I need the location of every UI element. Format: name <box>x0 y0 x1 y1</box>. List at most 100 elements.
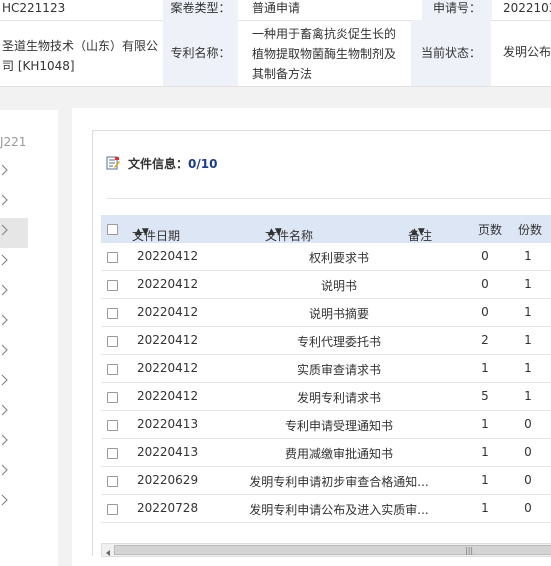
table-row[interactable]: 20220728 发明专利申请公布及进入实质审... 1 0 <box>101 495 551 523</box>
sort-arrows-icon: ▲▼ <box>135 227 149 237</box>
file-copies: 1 <box>524 333 532 347</box>
file-copies: 1 <box>524 277 532 291</box>
sidebar-id-text: J221 <box>0 135 27 149</box>
case-info-row-1: HC221123 案卷类型： 普通申请 申请号： 2022103 <box>0 0 551 21</box>
file-copies: 1 <box>524 305 532 319</box>
sort-arrows-icon: ▲▼ <box>268 227 282 237</box>
edit-list-icon <box>106 156 120 170</box>
table-row[interactable]: 20220412 权利要求书 0 1 <box>101 243 551 271</box>
file-pages: 1 <box>481 473 489 487</box>
file-name: 说明书 <box>320 279 357 293</box>
status-label: 当前状态： <box>411 20 491 86</box>
col-pages-header[interactable]: 页数 <box>478 221 502 238</box>
row-checkbox[interactable] <box>107 280 118 291</box>
sort-arrows-icon: ▲▼ <box>411 227 425 237</box>
scrollbar-grip: ||| <box>465 546 474 555</box>
table-row[interactable]: 20220629 发明专利申请初步审查合格通知... 1 0 <box>101 467 551 495</box>
app-no-value: 2022103 <box>503 1 551 15</box>
file-pages: 1 <box>481 501 489 515</box>
file-name: 发明专利请求书 <box>296 391 381 405</box>
table-row[interactable]: 20220412 专利代理委托书 2 1 <box>101 327 551 355</box>
app-no-label: 申请号： <box>422 0 492 20</box>
row-checkbox[interactable] <box>107 336 118 347</box>
file-date: 20220412 <box>137 249 199 263</box>
chevron-right-icon[interactable] <box>1 374 9 386</box>
file-panel: 文件信息：0/10 文件日期 ▲▼ 文件名称 ▲▼ 备注 ▲▼ 页数 份数 20220… <box>92 130 551 557</box>
table-row[interactable]: 20220412 说明书摘要 0 1 <box>101 299 551 327</box>
file-copies: 0 <box>524 417 532 431</box>
table-row[interactable]: 20220412 说明书 0 1 <box>101 271 551 299</box>
row-checkbox[interactable] <box>107 252 118 263</box>
row-checkbox[interactable] <box>107 504 118 515</box>
file-copies: 0 <box>524 501 532 515</box>
scrollbar-thumb[interactable]: ||| <box>114 545 551 555</box>
grid-header: 文件日期 ▲▼ 文件名称 ▲▼ 备注 ▲▼ 页数 份数 <box>101 215 551 243</box>
row-checkbox[interactable] <box>107 476 118 487</box>
chevron-right-icon[interactable] <box>1 164 9 176</box>
chevron-right-icon[interactable] <box>1 314 9 326</box>
file-copies: 1 <box>524 389 532 403</box>
row-checkbox[interactable] <box>107 420 118 431</box>
select-all-checkbox[interactable] <box>107 224 118 235</box>
file-date: 20220413 <box>137 445 199 459</box>
file-info-label: 文件信息：0/10 <box>128 155 217 172</box>
table-row[interactable]: 20220413 专利申请受理通知书 1 0 <box>101 411 551 439</box>
row-checkbox[interactable] <box>107 364 118 375</box>
chevron-right-icon[interactable] <box>1 494 9 506</box>
file-name: 专利代理委托书 <box>296 335 381 349</box>
file-pages: 1 <box>481 417 489 431</box>
row-checkbox[interactable] <box>107 308 118 319</box>
case-info-row-2: 圣道生物技术（山东）有限公司 [KH1048] 专利名称： 一种用于畜禽抗炎促生… <box>0 20 551 87</box>
file-date: 20220413 <box>137 417 199 431</box>
file-info-count: 0/10 <box>188 157 218 171</box>
row-checkbox[interactable] <box>107 392 118 403</box>
file-name: 发明专利申请初步审查合格通知... <box>249 475 429 489</box>
file-name: 专利申请受理通知书 <box>284 419 393 433</box>
arrow-left-icon[interactable] <box>104 546 112 556</box>
file-pages: 0 <box>481 277 489 291</box>
chevron-right-icon[interactable] <box>1 224 9 236</box>
status-value: 发明公布 <box>503 45 551 59</box>
chevron-right-icon[interactable] <box>1 284 9 296</box>
file-date: 20220629 <box>137 473 199 487</box>
file-copies: 1 <box>524 249 532 263</box>
patent-name-value: 一种用于畜禽抗炎促生长的植物提取物菌酶生物制剂及其制备方法 <box>252 27 397 81</box>
file-date: 20220412 <box>137 277 199 291</box>
sidebar: J221 <box>0 110 58 566</box>
divider <box>106 198 551 199</box>
table-row[interactable]: 20220412 发明专利请求书 5 1 <box>101 383 551 411</box>
file-date: 20220412 <box>137 333 199 347</box>
row-checkbox[interactable] <box>107 448 118 459</box>
chevron-right-icon[interactable] <box>1 434 9 446</box>
file-date: 20220412 <box>137 389 199 403</box>
chevron-right-icon[interactable] <box>1 254 9 266</box>
file-date: 20220412 <box>137 305 199 319</box>
file-name: 实质审查请求书 <box>296 363 381 377</box>
case-id: HC221123 <box>2 1 66 15</box>
file-name: 费用减缴审批通知书 <box>284 447 393 461</box>
chevron-right-icon[interactable] <box>1 404 9 416</box>
case-type-value: 普通申请 <box>252 1 301 15</box>
file-pages: 5 <box>481 389 489 403</box>
file-pages: 2 <box>481 333 489 347</box>
file-info-text: 文件信息： <box>128 157 189 171</box>
file-pages: 0 <box>481 305 489 319</box>
col-copies-header[interactable]: 份数 <box>518 221 542 238</box>
chevron-right-icon[interactable] <box>1 344 9 356</box>
case-info-table: HC221123 案卷类型： 普通申请 申请号： 2022103 圣道生物技术（… <box>0 0 551 87</box>
file-pages: 1 <box>481 361 489 375</box>
file-pages: 0 <box>481 249 489 263</box>
file-pages: 1 <box>481 445 489 459</box>
file-name: 权利要求书 <box>308 251 369 265</box>
table-row[interactable]: 20220413 费用减缴审批通知书 1 0 <box>101 439 551 467</box>
horizontal-scrollbar[interactable]: ||| <box>101 543 551 557</box>
patent-name-label: 专利名称： <box>163 20 238 86</box>
chevron-right-icon[interactable] <box>1 194 9 206</box>
file-copies: 1 <box>524 361 532 375</box>
file-name: 发明专利申请公布及进入实质审... <box>249 503 429 517</box>
table-row[interactable]: 20220412 实质审查请求书 1 1 <box>101 355 551 383</box>
chevron-right-icon[interactable] <box>1 464 9 476</box>
company-name: 圣道生物技术（山东）有限公司 [KH1048] <box>2 39 159 73</box>
main-content: 文件信息：0/10 文件日期 ▲▼ 文件名称 ▲▼ 备注 ▲▼ 页数 份数 20220… <box>72 108 551 566</box>
file-copies: 0 <box>524 445 532 459</box>
